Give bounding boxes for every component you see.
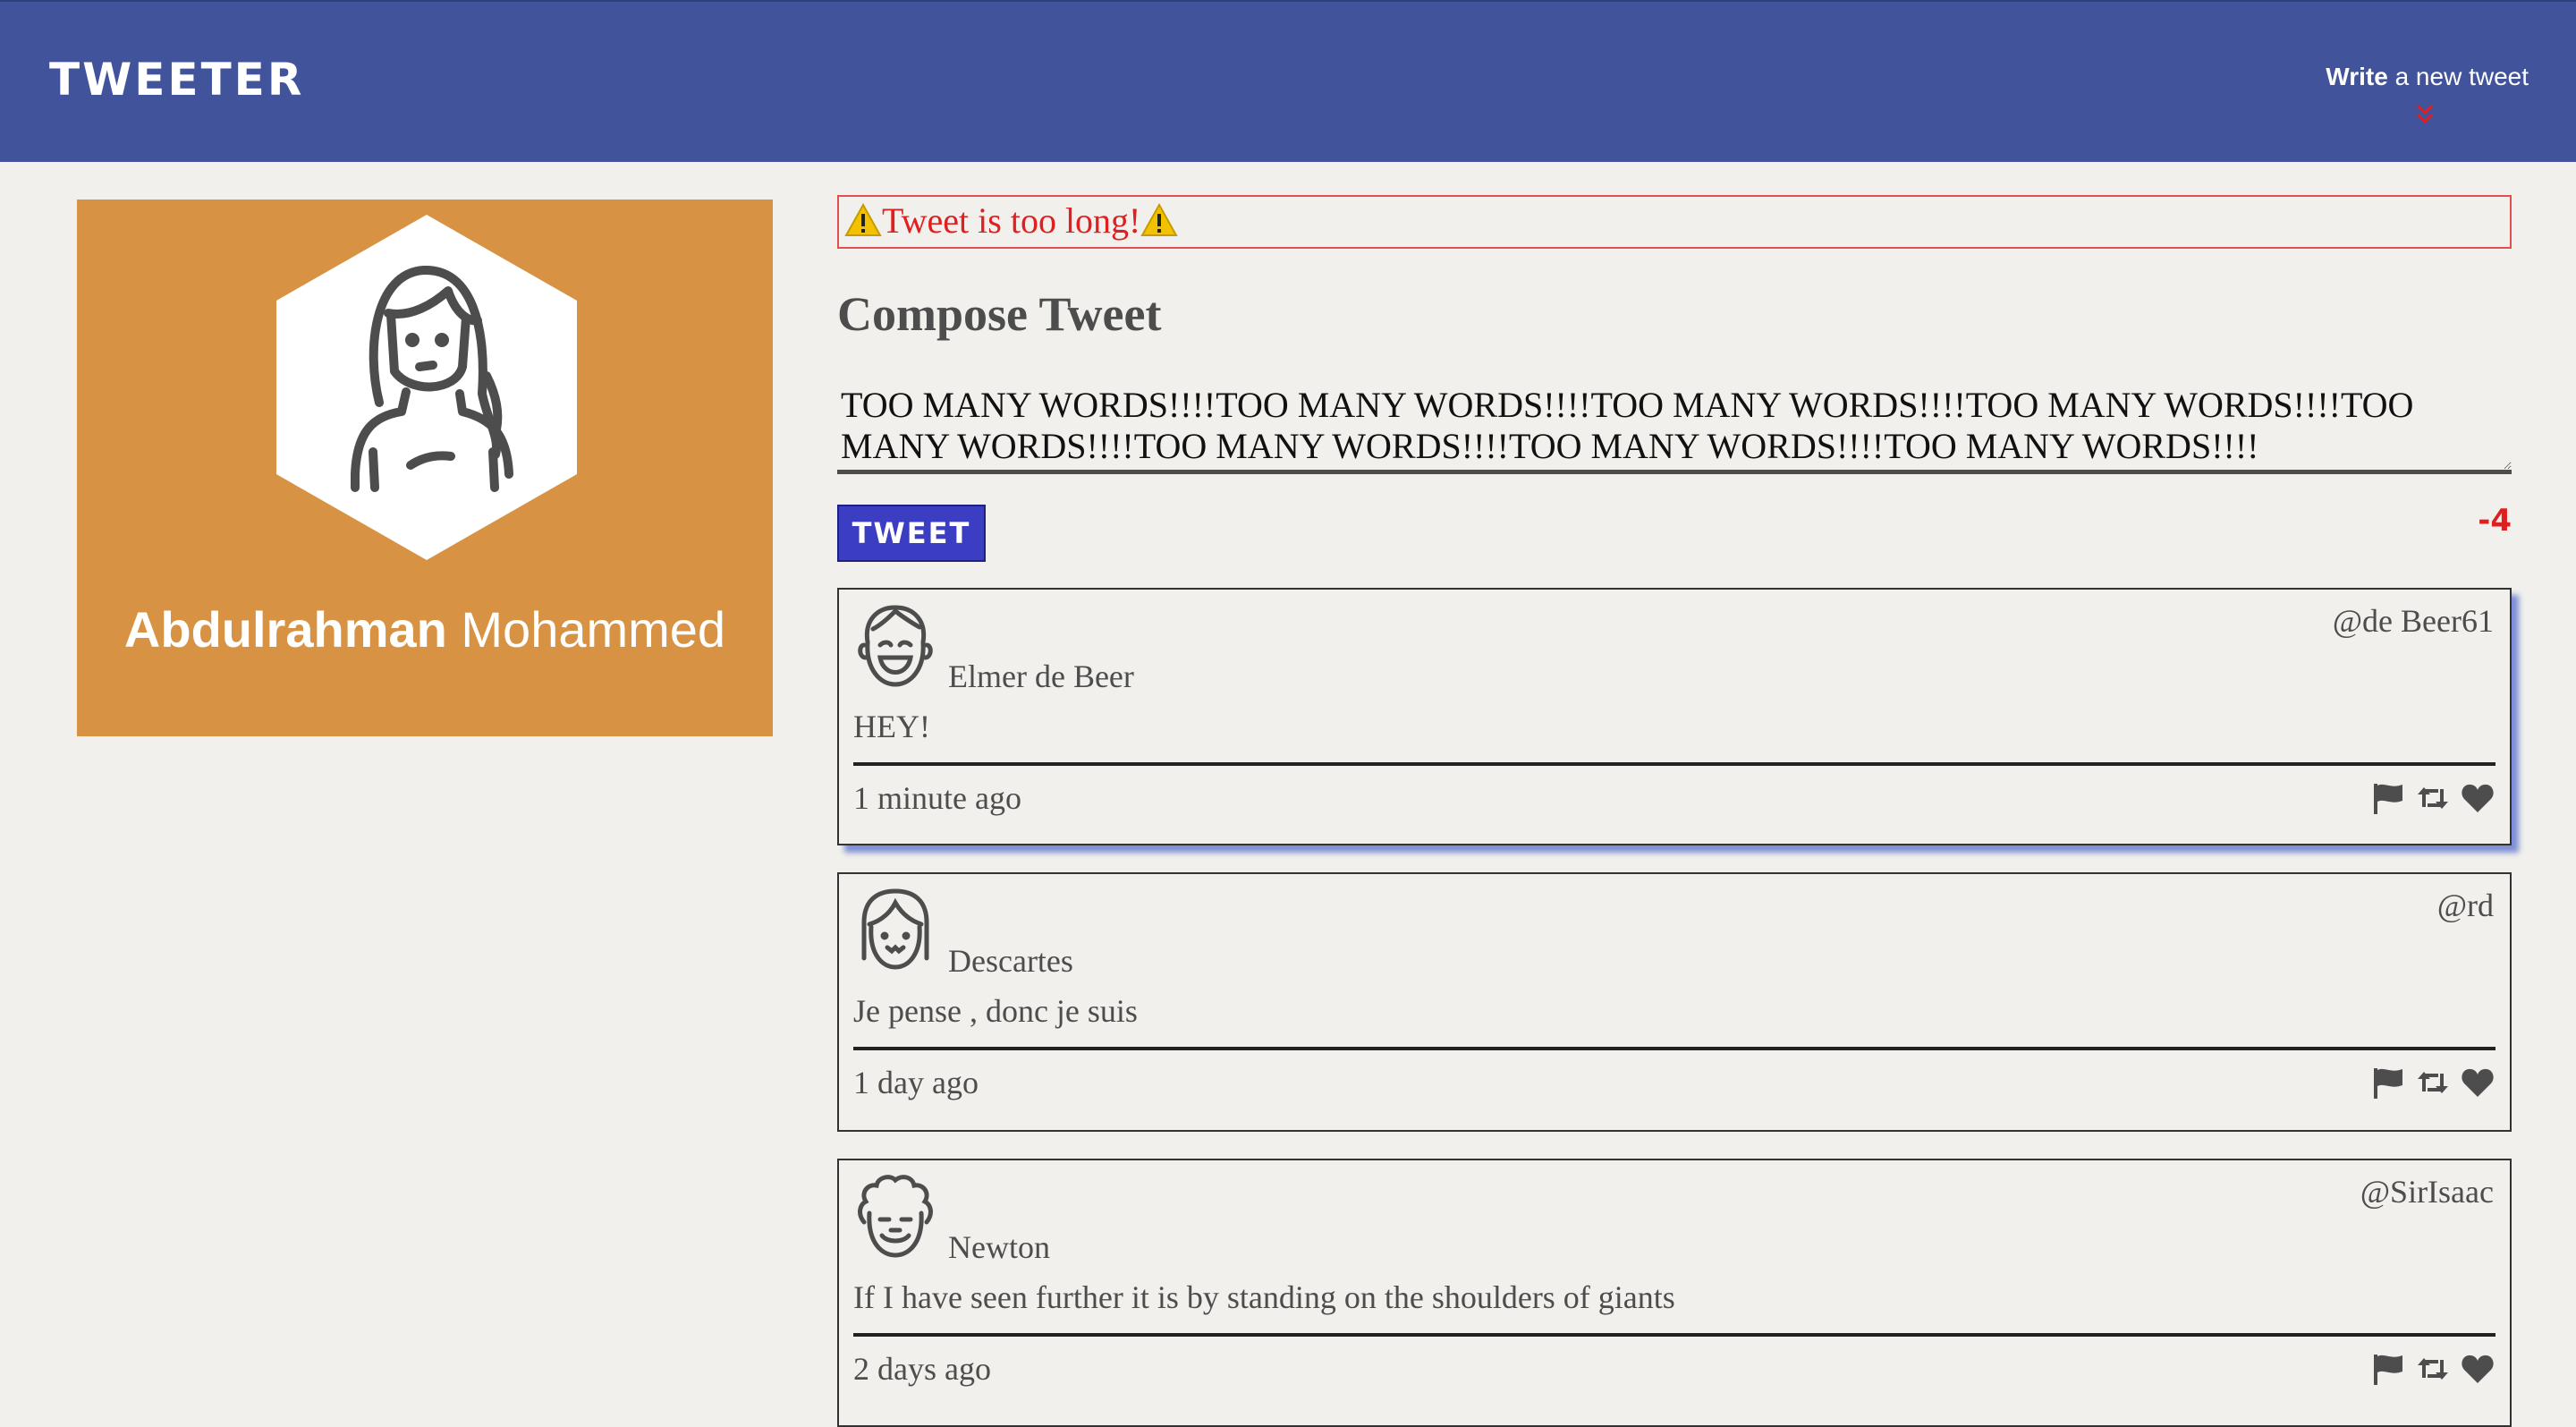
- tweet-actions: [2370, 1351, 2496, 1387]
- flag-icon[interactable]: [2370, 1351, 2406, 1387]
- double-chevron-down-icon[interactable]: [2415, 102, 2435, 127]
- tweet-author-handle: @de Beer61: [2332, 603, 2494, 639]
- error-message-box: Tweet is too long!: [837, 195, 2512, 249]
- retweet-icon[interactable]: [2415, 1351, 2451, 1387]
- error-text: Tweet is too long!: [882, 200, 1141, 241]
- avatar-icon: [861, 888, 929, 970]
- tweet-divider: [853, 1047, 2496, 1050]
- heart-icon[interactable]: [2460, 1065, 2496, 1100]
- tweet-button[interactable]: TWEET: [837, 505, 986, 562]
- tweet-author-name: Descartes: [948, 943, 1073, 979]
- warning-icon: [844, 202, 882, 236]
- avatar-icon: [858, 1175, 933, 1258]
- write-link-bold: Write: [2326, 63, 2388, 90]
- profile-name: Abdulrahman Mohammed: [77, 600, 773, 658]
- flag-icon[interactable]: [2370, 780, 2406, 816]
- top-nav: TWEETER Write a new tweet: [0, 0, 2576, 162]
- tweet-author-handle: @rd: [2436, 888, 2494, 923]
- tweet-author-name: Newton: [948, 1229, 1050, 1265]
- tweet-card: Descartes @rd Je pense , donc je suis 1 …: [837, 872, 2512, 1132]
- tweet-author-handle: @SirIsaac: [2360, 1174, 2494, 1210]
- retweet-icon[interactable]: [2415, 1065, 2451, 1100]
- tweet-content: Je pense , donc je suis: [853, 993, 1138, 1029]
- profile-avatar-icon: [276, 215, 577, 560]
- tweet-card: Elmer de Beer @de Beer61 HEY! 1 minute a…: [837, 588, 2512, 845]
- warning-icon: [1140, 202, 1179, 236]
- tweet-actions: [2370, 1065, 2496, 1100]
- tweet-card: Newton @SirIsaac If I have seen further …: [837, 1159, 2512, 1427]
- tweet-divider: [853, 1333, 2496, 1337]
- profile-first-name: Abdulrahman: [123, 601, 447, 658]
- tweet-timestamp: 1 day ago: [853, 1065, 979, 1100]
- tweet-divider: [853, 762, 2496, 766]
- character-counter: -4: [2478, 503, 2512, 539]
- heart-icon[interactable]: [2460, 1351, 2496, 1387]
- tweet-actions: [2370, 780, 2496, 816]
- tweet-textarea[interactable]: TOO MANY WORDS!!!!TOO MANY WORDS!!!!TOO …: [837, 385, 2512, 474]
- tweet-content: If I have seen further it is by standing…: [853, 1279, 1675, 1315]
- profile-last-name: Mohammed: [446, 601, 726, 658]
- profile-card: Abdulrahman Mohammed: [77, 200, 773, 736]
- tweet-timestamp: 2 days ago: [853, 1351, 991, 1387]
- write-link-rest: a new tweet: [2387, 63, 2529, 90]
- avatar-icon: [858, 605, 933, 687]
- brand-logo[interactable]: TWEETER: [49, 54, 304, 106]
- heart-icon[interactable]: [2460, 780, 2496, 816]
- flag-icon[interactable]: [2370, 1065, 2406, 1100]
- tweet-author-name: Elmer de Beer: [948, 658, 1134, 694]
- retweet-icon[interactable]: [2415, 780, 2451, 816]
- write-new-tweet-link[interactable]: Write a new tweet: [2326, 63, 2529, 91]
- compose-title: Compose Tweet: [837, 287, 1162, 341]
- tweet-content: HEY!: [853, 709, 930, 744]
- tweet-timestamp: 1 minute ago: [853, 780, 1021, 816]
